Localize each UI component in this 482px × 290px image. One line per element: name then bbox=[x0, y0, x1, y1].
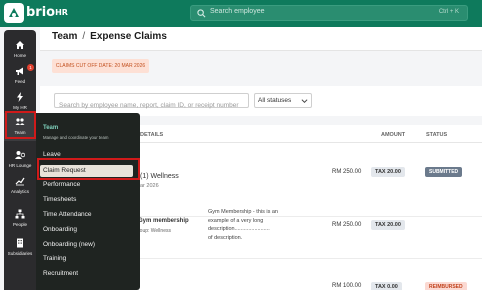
top-bar: brioHR Search employee Ctrl + K bbox=[0, 0, 482, 27]
tax-badge: TAX 0.00 bbox=[371, 282, 402, 290]
rail-item-people[interactable]: People bbox=[4, 205, 36, 233]
search-icon bbox=[197, 9, 206, 18]
building-icon bbox=[17, 238, 23, 248]
team-menu: Team Manage and coordinate your team Lea… bbox=[36, 113, 140, 290]
column-header-amount[interactable]: AMOUNT bbox=[381, 132, 405, 138]
description-line: of description. bbox=[208, 234, 243, 241]
page-header: Team / Expense Claims bbox=[40, 27, 482, 51]
home-icon bbox=[16, 41, 24, 49]
status-filter-select[interactable]: All statuses bbox=[254, 93, 312, 108]
rail-item-feed[interactable]: 1 Feed bbox=[4, 62, 36, 90]
filter-bar: All statuses bbox=[40, 86, 482, 116]
status-badge: REIMBURSED bbox=[425, 282, 467, 290]
org-chart-icon bbox=[15, 209, 25, 219]
menu-item-training[interactable]: Training bbox=[43, 253, 133, 265]
menu-subtitle: Manage and coordinate your team bbox=[43, 135, 109, 140]
breadcrumb-separator: / bbox=[82, 31, 86, 42]
rail-label: People bbox=[12, 222, 27, 227]
rail-item-hr-lounge[interactable]: HR Lounge bbox=[4, 146, 36, 174]
menu-item-timesheets[interactable]: Timesheets bbox=[43, 194, 133, 206]
status-badge: SUBMITTED bbox=[425, 167, 463, 177]
menu-item-performance[interactable]: Performance bbox=[43, 179, 133, 191]
megaphone-icon bbox=[16, 67, 23, 75]
claim-title[interactable]: Gym membership bbox=[138, 218, 189, 224]
claim-title[interactable]: (1) Wellness bbox=[140, 173, 179, 180]
claim-amount: RM 100.00 bbox=[332, 283, 362, 289]
breadcrumb-parent[interactable]: Team bbox=[52, 31, 77, 42]
cutoff-date-banner: CLAIMS CUT OFF DATE: 20 MAR 2026 bbox=[52, 59, 149, 73]
rail-label: Home bbox=[13, 53, 26, 58]
person-chat-icon bbox=[15, 151, 25, 159]
tax-badge: TAX 20.00 bbox=[371, 167, 405, 177]
column-header-status[interactable]: STATUS bbox=[426, 132, 447, 138]
menu-item-onboarding[interactable]: Onboarding bbox=[43, 224, 133, 236]
menu-item-recruitment[interactable]: Recruitment bbox=[43, 268, 133, 280]
rail-item-analytics[interactable]: Analytics bbox=[4, 172, 36, 200]
menu-item-time-attendance[interactable]: Time Attendance bbox=[43, 209, 133, 221]
status-filter-value: All statuses bbox=[258, 97, 292, 104]
description-line: description....................... bbox=[208, 226, 270, 232]
rail-label: Analytics bbox=[10, 189, 29, 194]
claim-search-input[interactable] bbox=[55, 99, 248, 112]
search-placeholder: Search employee bbox=[210, 8, 265, 15]
lightning-icon bbox=[17, 92, 23, 102]
rail-label: Subsidiaries bbox=[7, 251, 33, 256]
tax-badge: TAX 20.00 bbox=[371, 220, 405, 230]
breadcrumb: Team / Expense Claims bbox=[52, 31, 167, 42]
claim-date: ar 2026 bbox=[140, 183, 159, 189]
brand-logo[interactable]: brioHR bbox=[4, 3, 74, 24]
notification-badge: 1 bbox=[27, 64, 34, 71]
rail-label: HR Lounge bbox=[8, 163, 32, 168]
brio-logo-icon bbox=[4, 3, 24, 23]
rail-label: Feed bbox=[14, 79, 26, 84]
search-shortcut: Ctrl + K bbox=[438, 9, 459, 15]
claim-description: Gym Membership - this is an example of a… bbox=[208, 208, 288, 242]
chevron-down-icon bbox=[301, 99, 308, 104]
claim-amount: RM 250.00 bbox=[332, 222, 362, 228]
description-line: example of a very long bbox=[208, 217, 264, 224]
page-title: Expense Claims bbox=[90, 31, 167, 42]
menu-item-onboarding-new[interactable]: Onboarding (new) bbox=[43, 239, 133, 251]
claim-search-field[interactable] bbox=[54, 93, 249, 112]
menu-title: Team bbox=[43, 125, 59, 131]
team-highlight-box bbox=[5, 111, 36, 139]
rail-label: My HR bbox=[13, 105, 27, 110]
claim-request-highlight-box bbox=[37, 158, 140, 180]
description-line: Gym Membership - this is an bbox=[208, 209, 278, 215]
global-search[interactable]: Search employee Ctrl + K bbox=[190, 5, 468, 21]
rail-item-subsidiaries[interactable]: Subsidiaries bbox=[4, 234, 36, 262]
left-nav-rail: Home 1 Feed My HR Team HR Lounge Analyti… bbox=[4, 30, 36, 290]
brand-name: brioHR bbox=[26, 5, 68, 20]
claim-group: roup: Wellness bbox=[138, 228, 171, 234]
column-header-details[interactable]: DETAILS bbox=[140, 132, 163, 138]
chart-icon bbox=[15, 177, 25, 186]
claim-amount: RM 250.00 bbox=[332, 169, 362, 175]
rail-item-home[interactable]: Home bbox=[4, 36, 36, 64]
